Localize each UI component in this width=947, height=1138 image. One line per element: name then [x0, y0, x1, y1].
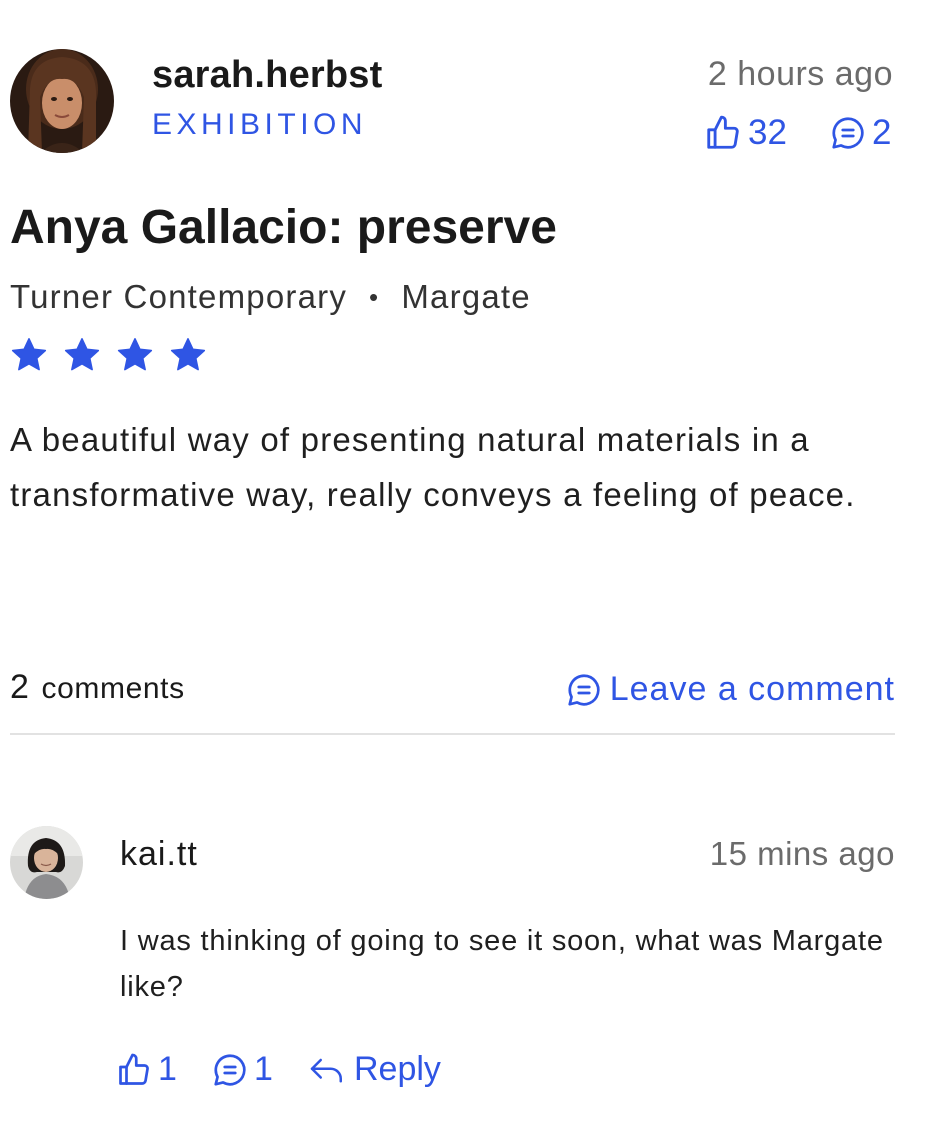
category-tag[interactable]: EXHIBITION: [152, 108, 367, 142]
like-button[interactable]: 32: [704, 113, 787, 153]
comments-count-number: 2: [10, 668, 30, 706]
venue-name[interactable]: Turner Contemporary: [10, 278, 347, 316]
comment-replies-button[interactable]: 1: [212, 1050, 273, 1089]
speech-bubble-icon: [568, 673, 600, 706]
star-icon: [117, 338, 153, 371]
comments-count-label: 2 comments: [10, 668, 185, 707]
star-icon: [170, 338, 206, 371]
post-timestamp: 2 hours ago: [707, 55, 893, 93]
star-icon: [64, 338, 100, 371]
username[interactable]: sarah.herbst: [152, 54, 383, 97]
comment-like-button[interactable]: 1: [116, 1050, 177, 1089]
review-text: A beautiful way of presenting natural ma…: [10, 421, 856, 513]
comments-count-text: comments: [41, 672, 185, 705]
exhibition-title[interactable]: Anya Gallacio: preserve: [10, 200, 557, 255]
reply-arrow-icon: [310, 1058, 342, 1082]
comments-button[interactable]: 2: [830, 113, 891, 153]
leave-comment-button[interactable]: Leave a comment: [566, 670, 895, 709]
thumbs-up-icon: [119, 1053, 149, 1085]
star-icon: [11, 338, 47, 371]
commenter-avatar[interactable]: [10, 826, 83, 899]
star-rating: [10, 336, 207, 374]
separator-dot: •: [369, 281, 380, 312]
speech-bubble-icon: [832, 117, 864, 149]
avatar-photo: [10, 49, 114, 153]
like-count: 32: [748, 113, 787, 152]
venue-line: Turner Contemporary • Margate: [10, 278, 531, 316]
venue-location[interactable]: Margate: [401, 278, 530, 316]
comment-text: I was thinking of going to see it soon, …: [120, 925, 884, 1003]
avatar-photo: [10, 826, 83, 899]
user-avatar[interactable]: [10, 49, 114, 153]
comment-reply-count: 1: [254, 1050, 273, 1088]
reply-button[interactable]: Reply: [308, 1050, 441, 1089]
leave-comment-label: Leave a comment: [609, 670, 895, 708]
commenter-username[interactable]: kai.tt: [120, 835, 198, 874]
divider: [10, 733, 895, 735]
comment-count: 2: [872, 113, 892, 152]
speech-bubble-icon: [214, 1053, 246, 1086]
comment-timestamp: 15 mins ago: [709, 835, 895, 872]
comment-like-count: 1: [158, 1050, 177, 1088]
reply-label: Reply: [354, 1050, 441, 1088]
thumbs-up-icon: [707, 115, 739, 149]
